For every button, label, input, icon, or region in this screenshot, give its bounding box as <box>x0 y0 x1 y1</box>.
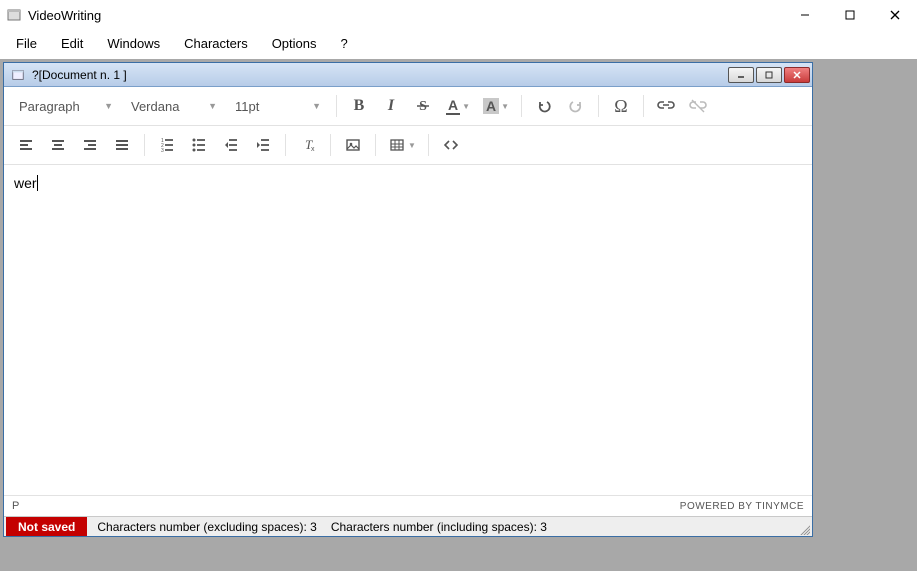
doc-maximize-button[interactable] <box>756 67 782 83</box>
element-path[interactable]: P <box>12 500 19 512</box>
app-title: VideoWriting <box>28 8 101 23</box>
menu-windows[interactable]: Windows <box>95 32 172 55</box>
redo-button[interactable] <box>562 92 590 120</box>
document-title: ?[Document n. 1 ] <box>32 68 127 82</box>
document-window-controls <box>728 67 810 83</box>
svg-text:3: 3 <box>161 148 164 154</box>
strikethrough-button[interactable]: S <box>409 92 437 120</box>
doc-close-button[interactable] <box>784 67 810 83</box>
italic-button[interactable]: I <box>377 92 405 120</box>
align-center-button[interactable] <box>44 131 72 159</box>
editor-content-area[interactable]: wer <box>4 165 812 495</box>
mdi-workspace: ?[Document n. 1 ] Paragraph▼ <box>0 59 917 571</box>
source-code-button[interactable] <box>437 131 465 159</box>
special-char-button[interactable]: Ω <box>607 92 635 120</box>
svg-text:x: x <box>311 146 315 153</box>
document-statusbar: Not saved Characters number (excluding s… <box>4 516 812 536</box>
background-color-button[interactable]: A▼ <box>479 92 513 120</box>
text-color-button[interactable]: A▼ <box>441 92 475 120</box>
resize-grip[interactable] <box>798 523 810 535</box>
menu-options[interactable]: Options <box>260 32 329 55</box>
minimize-button[interactable] <box>782 0 827 30</box>
doc-minimize-button[interactable] <box>728 67 754 83</box>
maximize-button[interactable] <box>827 0 872 30</box>
editor-statusbar: P POWERED BY TINYMCE <box>4 495 812 516</box>
format-select-label: Paragraph <box>19 99 80 114</box>
document-window: ?[Document n. 1 ] Paragraph▼ <box>3 62 813 537</box>
window-controls <box>782 0 917 30</box>
undo-button[interactable] <box>530 92 558 120</box>
char-count-including: Characters number (including spaces): 3 <box>327 517 551 536</box>
align-left-button[interactable] <box>12 131 40 159</box>
char-count-excluding: Characters number (excluding spaces): 3 <box>93 517 320 536</box>
align-justify-button[interactable] <box>108 131 136 159</box>
menu-help[interactable]: ? <box>329 32 360 55</box>
bold-button[interactable]: B <box>345 92 373 120</box>
powered-by-label: POWERED BY TINYMCE <box>680 501 804 512</box>
font-size-label: 11pt <box>235 99 259 114</box>
insert-table-button[interactable]: ▼ <box>384 131 420 159</box>
menu-edit[interactable]: Edit <box>49 32 95 55</box>
font-select[interactable]: Verdana▼ <box>124 94 224 119</box>
menu-characters[interactable]: Characters <box>172 32 260 55</box>
close-button[interactable] <box>872 0 917 30</box>
editor-toolbar-row2: 123 Tx <box>4 126 812 165</box>
insert-image-button[interactable] <box>339 131 367 159</box>
text-cursor <box>37 175 38 191</box>
indent-button[interactable] <box>249 131 277 159</box>
ordered-list-button[interactable]: 123 <box>153 131 181 159</box>
unordered-list-button[interactable] <box>185 131 213 159</box>
app-icon <box>6 7 22 23</box>
link-button[interactable] <box>652 92 680 120</box>
document-titlebar: ?[Document n. 1 ] <box>4 63 812 87</box>
document-icon <box>10 67 26 83</box>
menubar: File Edit Windows Characters Options ? <box>0 30 917 59</box>
app-titlebar: VideoWriting <box>0 0 917 30</box>
format-select[interactable]: Paragraph▼ <box>12 94 120 119</box>
font-select-label: Verdana <box>131 99 179 114</box>
save-state-badge: Not saved <box>6 517 87 536</box>
outdent-button[interactable] <box>217 131 245 159</box>
unlink-button[interactable] <box>684 92 712 120</box>
editor-toolbar-row1: Paragraph▼ Verdana▼ 11pt▼ B I S A▼ <box>4 87 812 126</box>
align-right-button[interactable] <box>76 131 104 159</box>
font-size-select[interactable]: 11pt▼ <box>228 94 328 119</box>
menu-file[interactable]: File <box>4 32 49 55</box>
clear-formatting-button[interactable]: Tx <box>294 131 322 159</box>
editor-text: wer <box>14 175 37 191</box>
editor: Paragraph▼ Verdana▼ 11pt▼ B I S A▼ <box>4 87 812 536</box>
